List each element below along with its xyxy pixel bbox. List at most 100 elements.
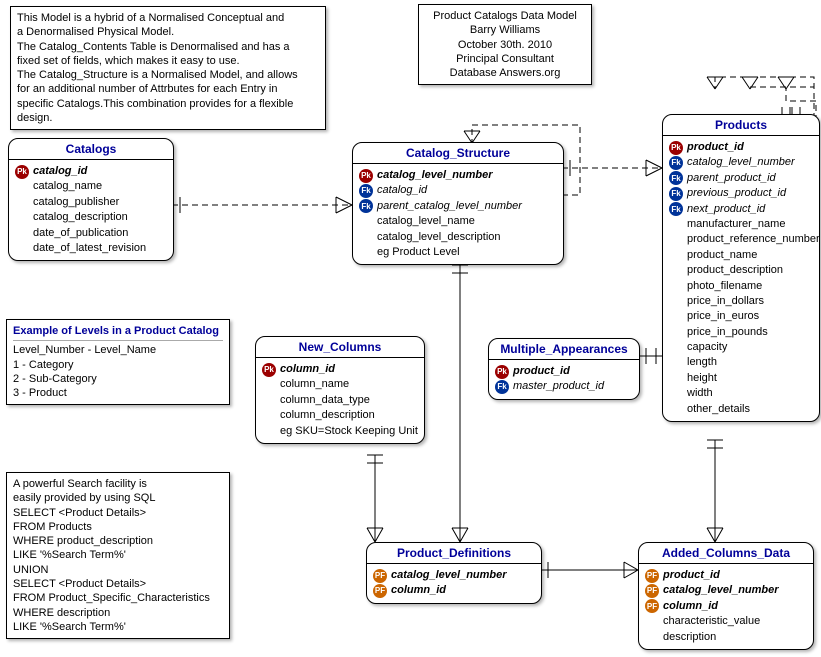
note-header: Product Catalogs Data Model Barry Willia… bbox=[418, 4, 592, 85]
attr-row: column_name bbox=[262, 377, 418, 392]
fk-badge: Fk bbox=[495, 380, 509, 394]
entity-title: Catalogs bbox=[9, 139, 173, 160]
attr-name: product_name bbox=[687, 248, 757, 263]
attr-name: photo_filename bbox=[687, 279, 762, 294]
attr-name: catalog_level_number bbox=[377, 168, 493, 183]
attr-name: catalog_level_number bbox=[687, 155, 795, 170]
pk-badge: Pk bbox=[669, 141, 683, 155]
attr-name: column_id bbox=[391, 583, 446, 598]
attr-name: catalog_name bbox=[33, 179, 102, 194]
attr-name: capacity bbox=[687, 340, 727, 355]
attr-name: catalog_level_number bbox=[391, 568, 507, 583]
pk-badge: Pk bbox=[359, 169, 373, 183]
attr-name: column_data_type bbox=[280, 393, 370, 408]
attr-row: manufacturer_name bbox=[669, 217, 813, 232]
entity-catalogs: Catalogs Pk catalog_idcatalog_namecatalog… bbox=[8, 138, 174, 261]
attr-row: characteristic_value bbox=[645, 614, 807, 629]
pf-badge: PF bbox=[645, 569, 659, 583]
attr-name: column_description bbox=[280, 408, 375, 423]
pk-badge: Pk bbox=[262, 363, 276, 377]
attr-name: eg SKU=Stock Keeping Unit bbox=[280, 424, 418, 439]
attr-row: product_description bbox=[669, 263, 813, 278]
attr-name: catalog_level_name bbox=[377, 214, 475, 229]
attr-row: catalog_description bbox=[15, 210, 167, 225]
attr-name: price_in_euros bbox=[687, 309, 759, 324]
attr-name: length bbox=[687, 355, 717, 370]
attr-row: Fkprevious_product_id bbox=[669, 186, 813, 201]
attr-row: other_details bbox=[669, 402, 813, 417]
attr-name: other_details bbox=[687, 402, 750, 417]
pf-badge: PF bbox=[645, 599, 659, 613]
attr-row: date_of_publication bbox=[15, 226, 167, 241]
attr-row: PF catalog_level_number bbox=[373, 568, 535, 583]
fk-badge: Fk bbox=[669, 187, 683, 201]
entity-title: Product_Definitions bbox=[367, 543, 541, 564]
pf-badge: PF bbox=[373, 569, 387, 583]
attr-row: date_of_latest_revision bbox=[15, 241, 167, 256]
attr-row: product_reference_number bbox=[669, 232, 813, 247]
attr-name: catalog_level_number bbox=[663, 583, 779, 598]
attr-row: Fk master_product_id bbox=[495, 379, 633, 394]
attr-name: width bbox=[687, 386, 713, 401]
attr-row: Pk catalog_id bbox=[15, 164, 167, 179]
attr-row: Fk catalog_level_number bbox=[669, 155, 813, 170]
attr-row: product_name bbox=[669, 248, 813, 263]
attr-row: photo_filename bbox=[669, 279, 813, 294]
fk-badge: Fk bbox=[669, 171, 683, 185]
attr-name: column_id bbox=[663, 599, 718, 614]
attr-name: price_in_dollars bbox=[687, 294, 764, 309]
attr-row: height bbox=[669, 371, 813, 386]
entity-title: Added_Columns_Data bbox=[639, 543, 813, 564]
entity-title: Products bbox=[663, 115, 819, 136]
attr-row: Fknext_product_id bbox=[669, 202, 813, 217]
attr-name: master_product_id bbox=[513, 379, 604, 394]
attr-name: product_description bbox=[687, 263, 783, 278]
attr-name: product_reference_number bbox=[687, 232, 820, 247]
entity-multiple-appearances: Multiple_Appearances Pkproduct_idFkmaste… bbox=[488, 338, 640, 400]
attr-row: price_in_euros bbox=[669, 309, 813, 324]
fk-badge: Fk bbox=[359, 199, 373, 213]
entity-title: Catalog_Structure bbox=[353, 143, 563, 164]
fk-badge: Fk bbox=[669, 202, 683, 216]
attr-row: Pk product_id bbox=[669, 140, 813, 155]
attr-row: price_in_pounds bbox=[669, 325, 813, 340]
entity-catalog-structure: Catalog_Structure Pk catalog_level_number… bbox=[352, 142, 564, 265]
attr-name: column_id bbox=[280, 362, 335, 377]
attr-row: PF product_id bbox=[645, 568, 807, 583]
attr-row: column_data_type bbox=[262, 393, 418, 408]
attr-row: PFcatalog_level_number bbox=[645, 583, 807, 598]
attr-name: product_id bbox=[663, 568, 720, 583]
attr-row: catalog_name bbox=[15, 179, 167, 194]
attr-name: column_name bbox=[280, 377, 349, 392]
fk-badge: Fk bbox=[359, 184, 373, 198]
attr-name: product_id bbox=[513, 364, 570, 379]
entity-new-columns: New_Columns Pkcolumn_idcolumn_namecolumn… bbox=[255, 336, 425, 444]
note-explain: This Model is a hybrid of a Normalised C… bbox=[10, 6, 326, 130]
attr-row: width bbox=[669, 386, 813, 401]
attr-name: parent_product_id bbox=[687, 171, 776, 186]
note-search: A powerful Search facility is easily pro… bbox=[6, 472, 230, 639]
entity-added-columns-data: Added_Columns_Data PFproduct_idPFcatalog… bbox=[638, 542, 814, 650]
attr-name: price_in_pounds bbox=[687, 325, 768, 340]
attr-row: PF column_id bbox=[645, 599, 807, 614]
pk-badge: Pk bbox=[15, 165, 29, 179]
entity-product-definitions: Product_Definitions PF catalog_level_numb… bbox=[366, 542, 542, 604]
attr-name: product_id bbox=[687, 140, 744, 155]
attr-row: Pk column_id bbox=[262, 362, 418, 377]
attr-name: catalog_id bbox=[33, 164, 87, 179]
attr-name: catalog_level_description bbox=[377, 230, 501, 245]
note-levels: Example of Levels in a Product Catalog L… bbox=[6, 319, 230, 405]
attr-name: description bbox=[663, 630, 716, 645]
attr-name: parent_catalog_level_number bbox=[377, 199, 522, 214]
attr-row: Fk catalog_id bbox=[359, 183, 557, 198]
fk-badge: Fk bbox=[669, 156, 683, 170]
attr-name: manufacturer_name bbox=[687, 217, 785, 232]
pf-badge: PF bbox=[373, 584, 387, 598]
attr-row: Fk parent_catalog_level_number bbox=[359, 199, 557, 214]
attr-name: catalog_id bbox=[377, 183, 427, 198]
entity-products: Products Pk product_id Fk catalog_level_num… bbox=[662, 114, 820, 422]
entity-title: Multiple_Appearances bbox=[489, 339, 639, 360]
attr-row: capacity bbox=[669, 340, 813, 355]
attr-name: characteristic_value bbox=[663, 614, 760, 629]
attr-row: catalog_level_description bbox=[359, 230, 557, 245]
